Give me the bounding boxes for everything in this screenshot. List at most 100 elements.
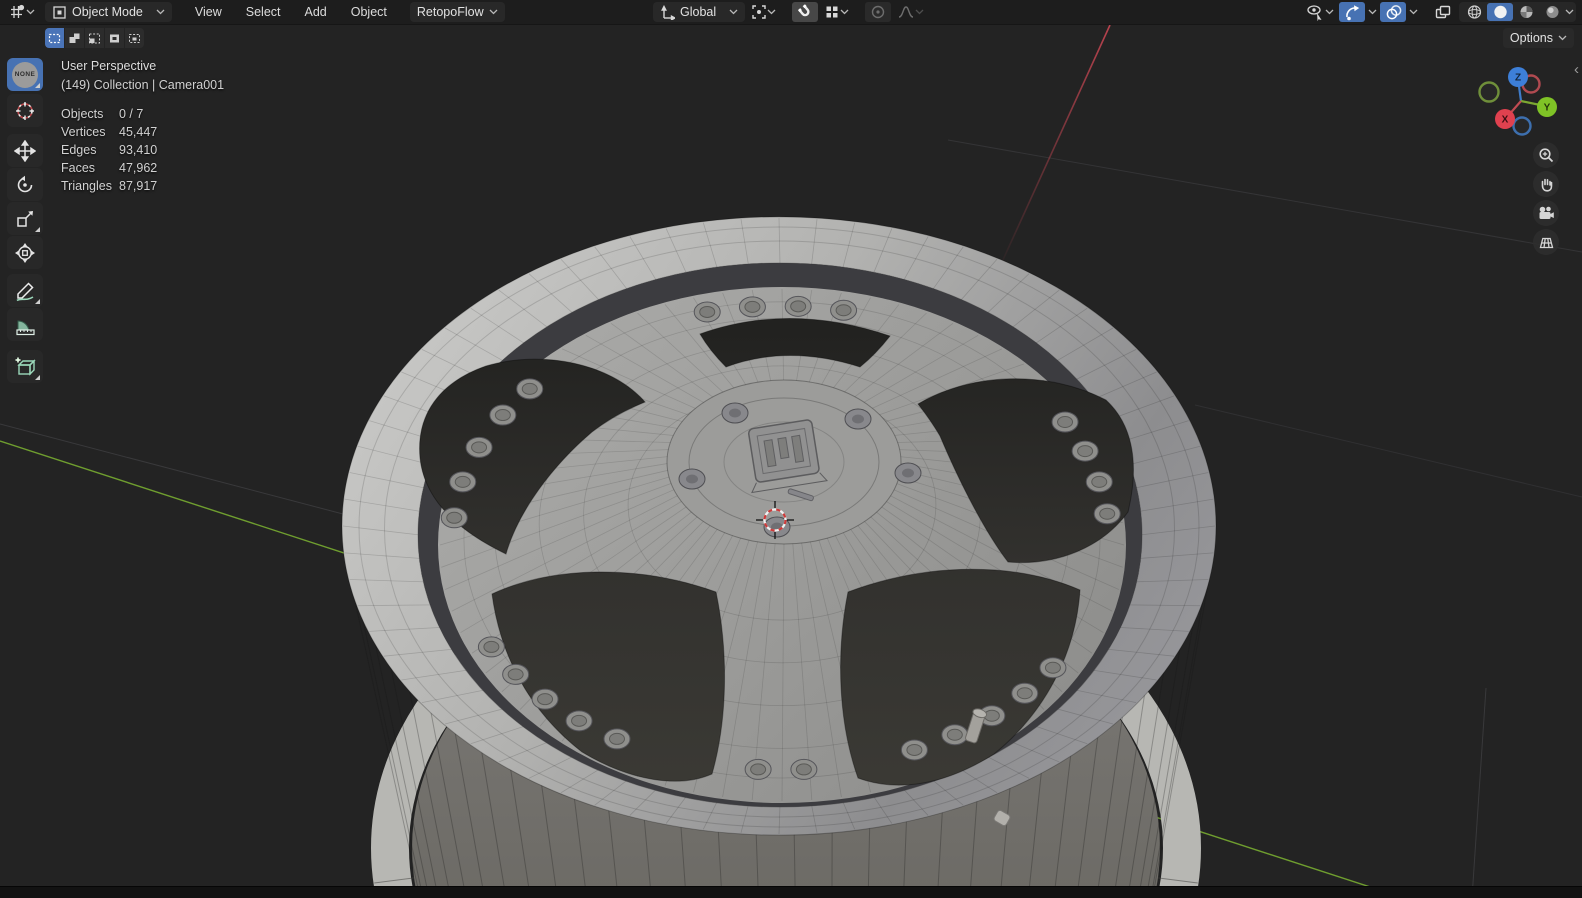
overlays-icon [1386,4,1401,19]
menu-view[interactable]: View [184,0,233,25]
cursor-tool-icon [16,101,34,120]
rotate-tool-icon [17,175,33,192]
gizmo-axis-neg-z[interactable] [1512,116,1532,136]
measure-tool-icon [16,319,35,335]
chevron-down-icon [1325,9,1334,15]
grid-perspective-icon [1539,237,1554,248]
tool-badge: NONE [12,61,38,88]
snap-toggle[interactable] [792,2,819,22]
scale-tool-icon [17,210,33,227]
tool-annotate[interactable] [7,274,43,307]
svg-text:Z: Z [1515,73,1521,84]
statistics-overlay: Objects 0 / 7 Vertices 45,447 Edges 93,410 … [61,105,224,195]
magnet-icon [798,4,810,17]
shading-rendered-button[interactable] [1539,3,1565,21]
zoom-button[interactable] [1533,142,1559,168]
tool-transform[interactable] [7,236,43,269]
viewport-editor-icon [11,4,25,18]
falloff-curve-icon [898,6,914,18]
bottom-strip [0,886,1582,898]
solid-sphere-icon [1493,5,1507,19]
rendered-sphere-icon [1546,6,1558,18]
menu-select[interactable]: Select [235,0,292,25]
tool-cursor[interactable] [7,94,43,127]
stat-value: 45,447 [119,125,158,139]
menu-add[interactable]: Add [294,0,338,25]
proportional-circle-icon [871,5,885,19]
show-object-types-button[interactable] [1303,2,1336,22]
chevron-down-icon[interactable] [1368,9,1377,15]
retopoflow-label: RetopoFlow [416,5,484,19]
chevron-down-icon [729,9,738,15]
stat-value: 47,962 [119,161,158,175]
viewport-header: Object Mode View Select Add Object Retop… [0,0,1582,25]
retopoflow-menu[interactable]: RetopoFlow [409,2,505,22]
gizmo-axis-neg-y[interactable] [1478,81,1500,103]
menu-object[interactable]: Object [340,0,398,25]
object-mode-icon [53,5,66,19]
mode-selector[interactable]: Object Mode [45,2,172,22]
gizmo-axis-y[interactable]: Y [1537,97,1557,117]
xray-icon [1435,5,1451,18]
select-mode-intersect[interactable] [125,28,144,48]
shading-wireframe-button[interactable] [1461,3,1487,21]
select-mode-set[interactable] [45,28,64,48]
proportional-falloff-button[interactable] [895,2,926,22]
tool-measure[interactable] [7,308,43,341]
viewport-3d[interactable] [0,0,1582,898]
stat-value: 0 / 7 [119,107,144,121]
move-tool-icon [14,139,36,162]
tool-scale[interactable] [7,202,43,235]
shading-material-button[interactable] [1513,3,1539,21]
proportional-editing-toggle[interactable] [865,2,892,22]
chevron-down-icon [489,9,498,15]
header-right [1303,2,1576,22]
chevron-down-icon[interactable] [1409,9,1418,15]
show-gizmo-toggle[interactable] [1339,2,1365,22]
tool-active-retopoflow[interactable]: NONE [7,58,43,91]
pivot-point-button[interactable] [749,2,778,22]
header-center: Global [653,2,926,22]
blender-window: Object Mode View Select Add Object Retop… [0,0,1582,898]
tool-rotate[interactable] [7,168,43,201]
svg-text:X: X [1502,115,1509,126]
show-overlays-toggle[interactable] [1380,2,1406,22]
gizmo-axis-x[interactable]: X [1495,109,1515,129]
options-button[interactable]: Options [1502,28,1574,48]
tool-add-cube[interactable] [7,350,43,383]
camera-icon [1539,206,1554,219]
shading-mode-group [1459,2,1576,22]
tool-move[interactable] [7,134,43,167]
stat-label: Triangles [61,179,112,193]
hand-icon [1541,178,1552,192]
editor-type-button[interactable] [6,2,37,22]
sidebar-collapse-chevron[interactable]: ‹ [1574,61,1579,78]
chevron-down-icon [915,9,924,15]
options-label: Options [1509,31,1553,45]
zoom-magnifier-icon [1538,147,1553,162]
chevron-down-icon [1558,35,1567,41]
chevron-down-icon[interactable] [1565,9,1574,15]
toggle-perspective-button[interactable] [1533,229,1559,255]
wheel-object[interactable] [341,216,1217,898]
view-perspective-label: User Perspective [61,59,157,73]
navigation-gizmo[interactable]: Z Y X [1478,58,1570,150]
gizmo-axis-z[interactable]: Z [1508,67,1528,87]
annotate-pencil-icon [16,281,34,301]
orientation-selector[interactable]: Global [653,2,746,22]
stat-value: 93,410 [119,143,158,157]
stat-label: Vertices [61,125,106,139]
select-mode-extend[interactable] [65,28,84,48]
pan-button[interactable] [1533,171,1559,197]
svg-text:Y: Y [1544,103,1551,114]
select-mode-invert[interactable] [105,28,124,48]
pivot-point-icon [752,5,766,19]
select-mode-subtract[interactable] [85,28,104,48]
snap-target-button[interactable] [822,2,851,22]
xray-toggle[interactable] [1430,2,1456,22]
gizmo-arc-icon [1345,4,1359,20]
shading-solid-button[interactable] [1487,3,1513,21]
snap-increment-icon [826,6,838,18]
camera-view-button[interactable] [1533,200,1559,226]
orientation-label: Global [680,5,717,19]
